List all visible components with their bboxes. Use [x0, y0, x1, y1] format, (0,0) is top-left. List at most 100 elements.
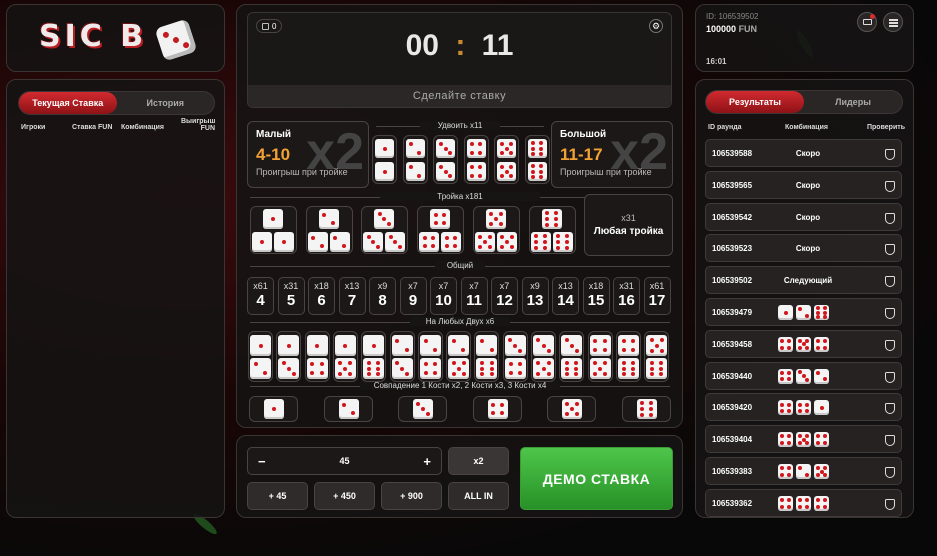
die-4-icon	[419, 232, 440, 252]
die-2-icon	[796, 464, 811, 479]
total-number: 6	[317, 292, 326, 309]
demo-bet-button[interactable]: ДЕМО СТАВКА	[520, 447, 673, 510]
total-multiplier: x7	[408, 281, 418, 291]
bet-total-16[interactable]: x31 16	[613, 277, 640, 315]
all-in-button[interactable]: ALL IN	[448, 482, 509, 510]
bet-any-triple[interactable]: x31 Любая тройка	[584, 194, 673, 256]
result-row[interactable]: 106539383	[705, 457, 902, 485]
add-450-button[interactable]: + 450	[314, 482, 375, 510]
bet-total-12[interactable]: x7 12	[491, 277, 518, 315]
add-45-button[interactable]: + 45	[247, 482, 308, 510]
total-number: 15	[587, 292, 605, 309]
result-row[interactable]: 106539542 Скоро	[705, 202, 902, 231]
die-4-icon	[430, 209, 451, 229]
result-row[interactable]: 106539458	[705, 329, 902, 358]
die-5-icon	[589, 358, 611, 379]
bet-total-6[interactable]: x18 6	[308, 277, 335, 315]
verify-shield-icon[interactable]	[885, 212, 895, 224]
tab-leaders[interactable]: Лидеры	[804, 91, 902, 113]
plus-button[interactable]: +	[423, 454, 431, 469]
amount-input[interactable]: 45	[339, 456, 349, 466]
die-6-icon	[530, 232, 551, 252]
die-1-icon	[778, 305, 793, 320]
status-bar: Сделайте ставку	[248, 85, 671, 107]
result-row[interactable]: 106539565 Скоро	[705, 170, 902, 199]
result-row[interactable]: 106539479	[705, 298, 902, 326]
tab-results[interactable]: Результаты	[706, 91, 804, 113]
die-2-icon	[476, 335, 498, 356]
total-multiplier: x13	[344, 281, 360, 291]
total-number: 9	[408, 292, 418, 309]
verify-shield-icon[interactable]	[885, 149, 895, 160]
round-status: Следующий	[783, 276, 833, 286]
die-3-icon	[374, 209, 395, 229]
verify-shield-icon[interactable]	[885, 180, 895, 192]
die-4-icon	[504, 358, 526, 379]
verify-shield-icon[interactable]	[885, 339, 895, 351]
die-3-icon	[796, 368, 811, 384]
bet-big[interactable]: x2 Большой 11-17 Проигрыш при тройке	[551, 121, 673, 188]
verify-shield-icon[interactable]	[885, 244, 895, 256]
verify-shield-icon[interactable]	[885, 403, 895, 415]
die-2-icon	[318, 209, 339, 229]
bet-small[interactable]: x2 Малый 4-10 Проигрыш при тройке	[247, 121, 369, 188]
minus-button[interactable]: −	[258, 454, 266, 469]
die-6-icon	[561, 358, 583, 379]
verify-shield-icon[interactable]	[885, 371, 895, 383]
bet-total-13[interactable]: x9 13	[521, 277, 549, 315]
verify-shield-icon[interactable]	[885, 435, 895, 447]
bet-total-9[interactable]: x7 9	[399, 277, 427, 315]
die-5-icon	[448, 358, 470, 379]
die-4-icon	[617, 335, 639, 356]
double-amount-button[interactable]: x2	[448, 447, 509, 475]
bet-total-10[interactable]: x7 10	[430, 277, 457, 315]
add-900-button[interactable]: + 900	[381, 482, 442, 510]
result-row[interactable]: 106539502 Следующий	[705, 266, 902, 295]
result-row[interactable]: 106539404	[705, 425, 902, 454]
bet-total-8[interactable]: x9 8	[369, 277, 396, 315]
bet-total-11[interactable]: x7 11	[460, 277, 488, 315]
die-1-icon	[306, 335, 328, 356]
verify-shield-icon[interactable]	[885, 308, 895, 319]
clock: 16:01	[706, 57, 727, 66]
round-id: 106539420	[712, 403, 753, 413]
result-row[interactable]: 106539523 Скоро	[705, 234, 902, 263]
tab-history[interactable]: История	[117, 92, 215, 114]
die-4-icon	[778, 432, 793, 448]
round-id: 106539502	[712, 276, 753, 286]
round-status: Скоро	[795, 244, 821, 254]
die-4-icon	[778, 464, 793, 479]
bet-total-7[interactable]: x13 7	[338, 277, 366, 315]
total-number: 11	[466, 292, 482, 309]
menu-icon[interactable]	[883, 12, 903, 32]
account-balance: 100000 FUN	[706, 24, 757, 34]
die-2-icon	[391, 335, 413, 356]
bet-total-17[interactable]: x61 17	[643, 277, 671, 315]
result-row[interactable]: 106539588 Скоро	[705, 139, 902, 167]
result-row[interactable]: 106539440	[705, 361, 902, 390]
round-id: 106539565	[712, 180, 753, 190]
chat-icon[interactable]	[857, 12, 877, 32]
tab-current-bet[interactable]: Текущая Ставка	[19, 92, 117, 114]
die-1-icon	[274, 232, 294, 252]
verify-shield-icon[interactable]	[885, 276, 895, 288]
die-6-icon	[363, 358, 385, 379]
verify-shield-icon[interactable]	[885, 498, 895, 510]
result-row[interactable]: 106539420	[705, 393, 902, 422]
die-5-icon	[814, 464, 829, 479]
bet-total-14[interactable]: x13 14	[552, 277, 579, 315]
any-triple-mult: x31	[621, 213, 636, 223]
round-id: 106539479	[712, 308, 753, 317]
result-row[interactable]: 106539362	[705, 488, 902, 517]
die-4-icon	[487, 399, 508, 419]
total-multiplier: x9	[377, 281, 388, 291]
total-multiplier: x61	[253, 281, 268, 291]
bet-total-15[interactable]: x18 15	[582, 277, 610, 315]
die-4-icon	[778, 400, 793, 416]
round-id: 106539362	[712, 498, 753, 508]
amount-stepper[interactable]: − 45 +	[247, 447, 442, 475]
verify-shield-icon[interactable]	[885, 467, 895, 478]
bet-total-4[interactable]: x61 4	[247, 277, 274, 315]
round-id: 106539440	[712, 371, 753, 381]
bet-total-5[interactable]: x31 5	[277, 277, 305, 315]
